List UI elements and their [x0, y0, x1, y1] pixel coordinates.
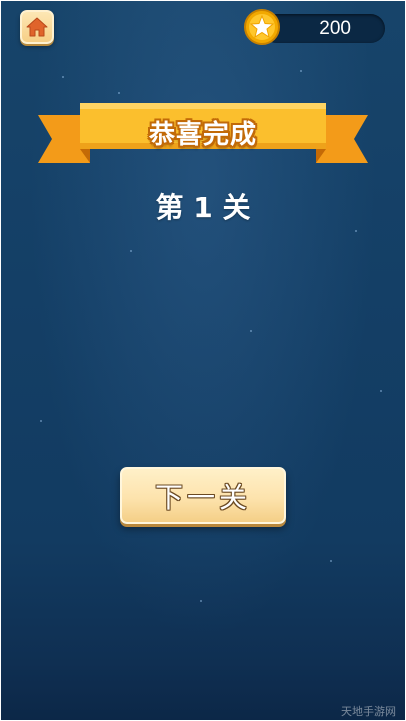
banner-title: 恭喜完成: [148, 120, 257, 150]
home-button[interactable]: [20, 10, 54, 44]
next-level-label: 下一关: [154, 480, 251, 514]
star-coin-icon: [244, 9, 280, 45]
level-complete-screen: 200 恭喜完成 第 1 关 下一关 天地手游网: [0, 0, 406, 721]
completion-banner: 恭喜完成: [38, 101, 368, 167]
level-label: 第 1 关: [155, 191, 251, 224]
home-icon: [26, 17, 48, 37]
watermark: 天地手游网: [341, 705, 396, 718]
next-level-button[interactable]: 下一关: [120, 467, 286, 524]
